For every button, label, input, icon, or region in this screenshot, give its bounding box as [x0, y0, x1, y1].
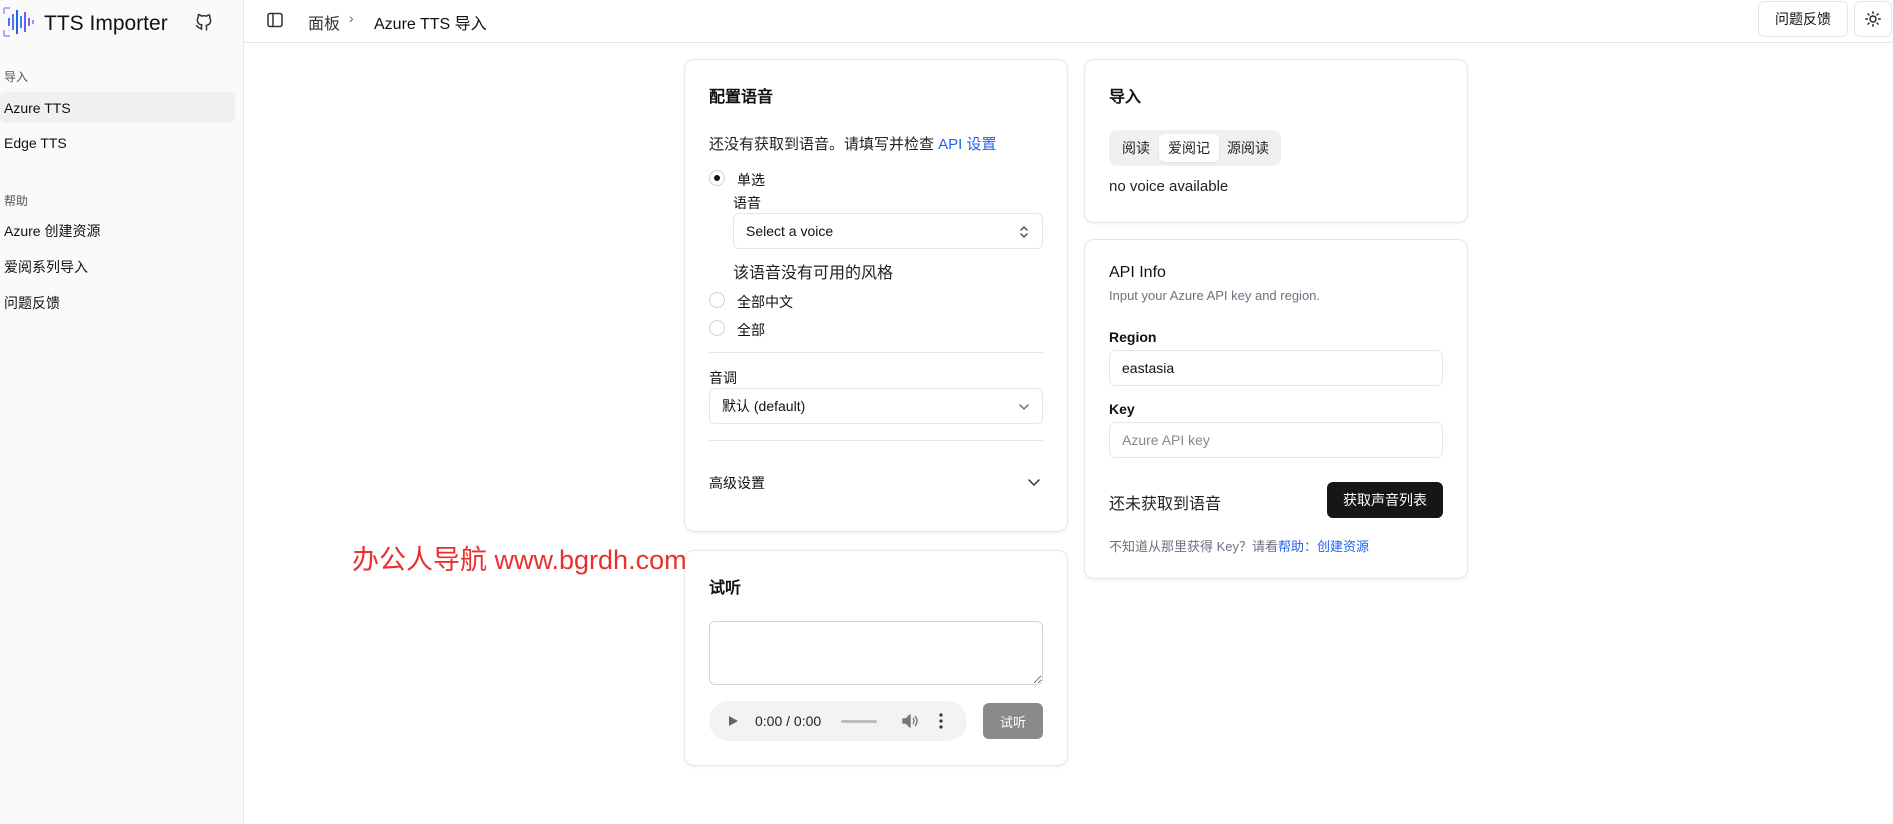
sidebar-item-aiyue-import[interactable]: 爱阅系列导入 — [0, 251, 235, 282]
fetch-voices-button[interactable]: 获取声音列表 — [1327, 482, 1443, 518]
preview-card-title: 试听 — [709, 580, 742, 597]
watermark-text: 办公人导航 www.bgrdh.com — [352, 545, 687, 575]
sidebar-item-edge-tts[interactable]: Edge TTS — [0, 127, 235, 158]
feedback-button[interactable]: 问题反馈 — [1758, 1, 1848, 37]
tab-aiyueji[interactable]: 爱阅记 — [1159, 134, 1219, 162]
no-style-text: 该语音没有可用的风格 — [733, 265, 894, 282]
app-title: TTS Importer — [44, 12, 168, 35]
help-separator: ： — [1304, 539, 1318, 554]
radio-all-chinese[interactable] — [709, 292, 725, 308]
preview-text-input[interactable] — [709, 621, 1043, 685]
region-input[interactable] — [1109, 350, 1443, 386]
create-resource-link[interactable]: 创建资源 — [1317, 539, 1369, 554]
help-link[interactable]: 帮助 — [1278, 539, 1304, 554]
key-label: Key — [1109, 401, 1135, 417]
breadcrumb-dashboard[interactable]: 面板 — [308, 10, 340, 34]
preview-card: 试听 0:00 / 0:00 试听 — [684, 550, 1068, 766]
audio-time: 0:00 / 0:00 — [755, 713, 822, 729]
radio-single[interactable] — [709, 170, 725, 186]
chevron-down-icon — [1019, 404, 1029, 410]
api-settings-link[interactable]: API 设置 — [938, 136, 996, 153]
api-card-title: API Info — [1109, 264, 1166, 281]
top-header: 面板 › Azure TTS 导入 问题反馈 — [244, 0, 1893, 43]
api-card-subtitle: Input your Azure API key and region. — [1109, 288, 1321, 303]
voice-select-value: Select a voice — [746, 223, 834, 239]
audio-progress-bar[interactable] — [841, 720, 877, 723]
advanced-settings-toggle[interactable]: 高级设置 — [709, 473, 1043, 497]
help-text: 不知道从那里获得 Key？请看帮助：创建资源 — [1109, 536, 1369, 555]
import-target-tabs: 阅读 爱阅记 源阅读 — [1109, 130, 1281, 166]
pitch-label: 音调 — [709, 370, 737, 386]
sidebar-toggle-icon[interactable] — [266, 11, 284, 29]
chevron-down-icon — [1028, 479, 1040, 486]
config-voice-card: 配置语音 还没有获取到语音。请填写并检查 API 设置 单选 语音 Select… — [684, 59, 1068, 532]
tab-yuedu[interactable]: 阅读 — [1113, 134, 1159, 162]
radio-single-label: 单选 — [737, 172, 765, 188]
voice-notice-text: 还没有获取到语音。请填写并检查 — [709, 136, 939, 153]
sun-icon — [1865, 11, 1881, 27]
sidebar-item-label: Azure 创建资源 — [4, 222, 101, 239]
radio-all[interactable] — [709, 320, 725, 336]
divider — [709, 352, 1043, 353]
voice-status-text: 还未获取到语音 — [1109, 496, 1222, 513]
breadcrumb-current: Azure TTS 导入 — [374, 16, 487, 33]
radio-all-label: 全部 — [737, 322, 765, 338]
api-info-card: API Info Input your Azure API key and re… — [1084, 239, 1468, 579]
more-options-icon[interactable] — [939, 712, 943, 730]
api-key-input[interactable] — [1109, 422, 1443, 458]
play-icon[interactable] — [727, 715, 739, 727]
chevrons-up-down-icon — [1020, 226, 1028, 238]
preview-button[interactable]: 试听 — [983, 703, 1043, 739]
voice-select[interactable]: Select a voice — [733, 213, 1043, 249]
sidebar-item-azure-create-resource[interactable]: Azure 创建资源 — [0, 215, 235, 246]
sidebar-item-label: 问题反馈 — [4, 294, 60, 311]
chevron-right-icon: › — [349, 10, 354, 26]
help-text-prefix: 不知道从那里获得 Key？请看 — [1109, 539, 1279, 554]
theme-toggle-button[interactable] — [1854, 1, 1892, 37]
sidebar-item-label: Azure TTS — [4, 99, 71, 116]
voice-notice: 还没有获取到语音。请填写并检查 API 设置 — [709, 133, 997, 154]
radio-all-chinese-label: 全部中文 — [737, 294, 793, 310]
tab-yuanyuedu[interactable]: 源阅读 — [1219, 134, 1277, 162]
brand[interactable]: TTS Importer — [0, 0, 244, 44]
config-card-title: 配置语音 — [709, 89, 774, 106]
volume-icon[interactable] — [901, 713, 919, 729]
import-card: 导入 阅读 爱阅记 源阅读 no voice available — [1084, 59, 1468, 223]
sidebar-item-label: 爱阅系列导入 — [4, 258, 88, 275]
sidebar-item-label: Edge TTS — [4, 134, 67, 151]
sidebar: TTS Importer 导入 Azure TTS Edge TTS 帮助 Az… — [0, 0, 244, 824]
audio-player[interactable]: 0:00 / 0:00 — [709, 701, 967, 741]
sidebar-item-feedback[interactable]: 问题反馈 — [0, 287, 235, 318]
region-label: Region — [1109, 329, 1157, 345]
pitch-select[interactable]: 默认 (default) — [709, 388, 1043, 424]
divider — [709, 440, 1043, 441]
advanced-settings-label: 高级设置 — [709, 475, 765, 491]
sidebar-group-help-label: 帮助 — [4, 194, 29, 208]
pitch-select-value: 默认 (default) — [722, 398, 806, 414]
github-icon[interactable] — [194, 12, 214, 32]
voice-label: 语音 — [733, 195, 761, 211]
sidebar-group-import-label: 导入 — [4, 70, 29, 84]
import-card-title: 导入 — [1109, 89, 1142, 106]
waveform-logo-icon — [3, 7, 34, 37]
sidebar-item-azure-tts[interactable]: Azure TTS — [0, 92, 235, 123]
no-voice-text: no voice available — [1109, 178, 1229, 195]
